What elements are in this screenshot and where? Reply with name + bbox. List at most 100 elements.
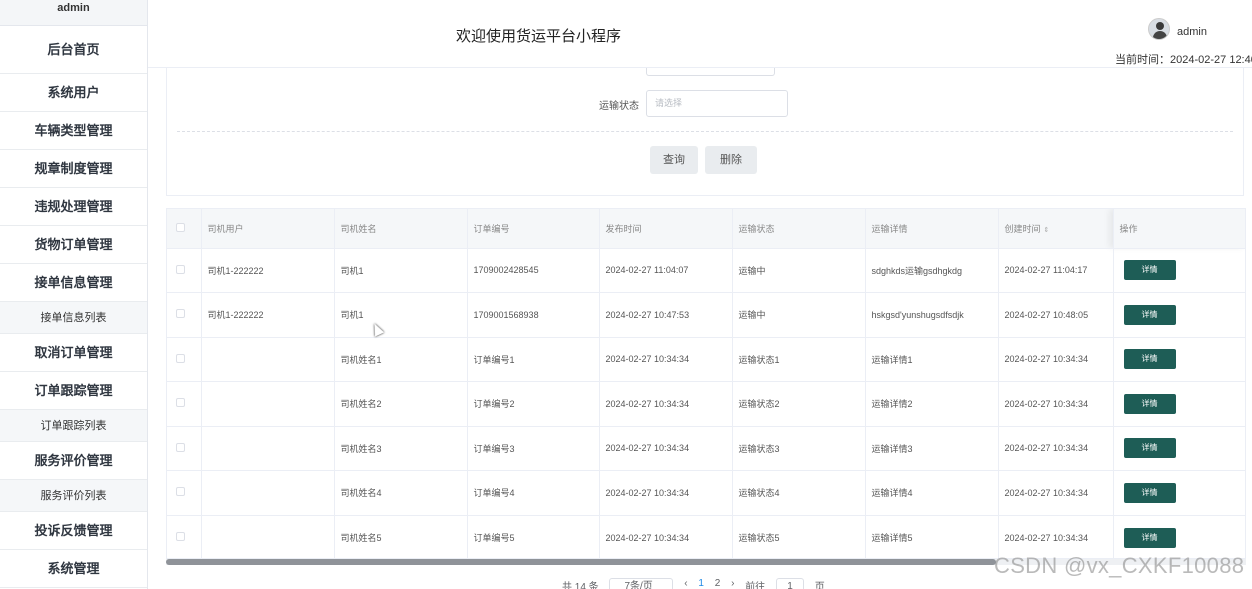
table-cell: 司机姓名5: [334, 515, 468, 558]
search-panel: 运输状态 请选择 查询 删除: [166, 68, 1244, 196]
next-page-button[interactable]: ›: [731, 578, 734, 589]
table-cell: [201, 470, 335, 515]
table-cell: 1709001568938: [467, 292, 600, 337]
row-checkbox[interactable]: [176, 398, 185, 408]
column-header: 操作: [1113, 209, 1245, 248]
action-cell: 详情: [1113, 292, 1245, 337]
row-checkbox[interactable]: [176, 309, 185, 319]
status-label: 运输状态: [599, 101, 639, 112]
action-cell: 详情: [1113, 337, 1245, 382]
row-select-cell[interactable]: [167, 470, 202, 515]
table-cell: 2024-02-27 10:47:53: [599, 292, 733, 337]
pagination: 共 14 条 7条/页 ‹ 1 2 › 前往 1 页: [562, 578, 833, 589]
table-cell: 运输详情3: [865, 426, 999, 471]
table-cell: 2024-02-27 10:34:34: [998, 470, 1114, 515]
sidebar-subitem[interactable]: 服务评价列表: [0, 480, 147, 512]
jump-prefix: 前往: [745, 582, 766, 589]
detail-button[interactable]: 详情: [1123, 393, 1176, 414]
action-cell: 详情: [1113, 381, 1245, 426]
page-number-2[interactable]: 2: [715, 578, 721, 589]
sidebar: admin 后台首页 系统用户 车辆类型管理 规章制度管理 违规处理管理 货物订单管理 接单…: [0, 0, 148, 589]
sidebar-item[interactable]: 订单跟踪管理: [0, 372, 147, 410]
table-row: 司机姓名4 订单编号4 2024-02-27 10:34:34 运输状态4 运输详情4 2…: [167, 470, 1245, 515]
delete-button[interactable]: 删除: [705, 146, 757, 174]
sort-icon[interactable]: ⇕: [1044, 227, 1050, 234]
sidebar-item[interactable]: 车辆类型管理: [0, 112, 147, 150]
query-button[interactable]: 查询: [650, 146, 698, 174]
sidebar-item[interactable]: 接单信息管理: [0, 264, 147, 302]
action-cell: 详情: [1113, 470, 1245, 515]
sidebar-item[interactable]: 取消订单管理: [0, 334, 147, 372]
sidebar-item[interactable]: 系统用户: [0, 74, 147, 112]
row-checkbox[interactable]: [176, 353, 185, 363]
sidebar-username: admin: [0, 0, 147, 26]
sidebar-item[interactable]: 后台首页: [0, 26, 147, 74]
column-header-sortable[interactable]: 创建时间 ⇕: [998, 209, 1114, 248]
table-cell: 运输详情2: [865, 381, 999, 426]
sidebar-item[interactable]: 投诉反馈管理: [0, 512, 147, 550]
detail-button[interactable]: 详情: [1123, 527, 1176, 548]
row-select-cell[interactable]: [167, 426, 202, 471]
table-cell: [201, 426, 335, 471]
sidebar-item[interactable]: 服务评价管理: [0, 442, 147, 480]
scrollbar-thumb[interactable]: [166, 559, 996, 565]
column-header: 运输详情: [865, 209, 999, 248]
sidebar-subitem[interactable]: 订单跟踪列表: [0, 410, 147, 442]
avatar[interactable]: [1148, 18, 1170, 40]
table-cell: 运输状态2: [732, 381, 866, 426]
table-cell: 运输详情1: [865, 337, 999, 382]
jump-page-input[interactable]: 1: [775, 578, 804, 589]
table-cell: 2024-02-27 10:34:34: [599, 470, 733, 515]
search-input-partial[interactable]: [646, 68, 775, 76]
detail-button[interactable]: 详情: [1123, 349, 1176, 370]
sidebar-item[interactable]: 货物订单管理: [0, 226, 147, 264]
divider: [177, 131, 1233, 132]
prev-page-button[interactable]: ‹: [684, 578, 687, 589]
table-cell: [201, 337, 335, 382]
table-cell: 1709002428545: [467, 248, 600, 293]
page-number-1[interactable]: 1: [698, 578, 704, 589]
current-time: 当前时间：2024-02-27 12:40: [1115, 54, 1252, 66]
table-header-row: 司机用户 司机姓名 订单编号 发布时间 运输状态 运输详情 创建时间 ⇕ 操作: [167, 209, 1245, 248]
row-select-cell[interactable]: [167, 515, 202, 558]
avatar-head-shape: [1156, 22, 1164, 30]
select-all-cell[interactable]: [167, 209, 202, 248]
data-table: 司机用户 司机姓名 订单编号 发布时间 运输状态 运输详情 创建时间 ⇕ 操作 司…: [166, 208, 1246, 559]
table-cell: 运输状态3: [732, 426, 866, 471]
table-row: 司机姓名2 订单编号2 2024-02-27 10:34:34 运输状态2 运输详情2 2…: [167, 381, 1245, 426]
table-cell: 司机1-222222: [201, 248, 335, 293]
row-checkbox[interactable]: [176, 442, 185, 452]
row-select-cell[interactable]: [167, 292, 202, 337]
row-select-cell[interactable]: [167, 381, 202, 426]
table-cell: sdghkds运输gsdhgkdg: [865, 248, 999, 293]
sidebar-item[interactable]: 违规处理管理: [0, 188, 147, 226]
table-cell: 司机1: [334, 292, 468, 337]
detail-button[interactable]: 详情: [1123, 482, 1176, 503]
sidebar-subitem[interactable]: 接单信息列表: [0, 302, 147, 334]
table-row: 司机1-222222 司机1 1709001568938 2024-02-27 10:…: [167, 292, 1245, 337]
status-select[interactable]: 请选择: [646, 90, 788, 117]
table-cell: 司机姓名2: [334, 381, 468, 426]
row-checkbox[interactable]: [176, 487, 185, 497]
table-cell: 司机姓名1: [334, 337, 468, 382]
select-all-checkbox[interactable]: [176, 222, 185, 232]
pagination-total: 共 14 条: [562, 582, 599, 589]
row-checkbox[interactable]: [176, 532, 185, 541]
page-size-select[interactable]: 7条/页: [609, 578, 674, 589]
table-cell: 订单编号4: [467, 470, 600, 515]
detail-button[interactable]: 详情: [1123, 304, 1176, 325]
column-header: 发布时间: [599, 209, 733, 248]
table-cell: 2024-02-27 10:48:05: [998, 292, 1114, 337]
column-header: 司机姓名: [334, 209, 468, 248]
jump-suffix: 页: [814, 582, 825, 589]
row-checkbox[interactable]: [176, 264, 185, 274]
header-username[interactable]: admin: [1177, 26, 1207, 38]
sidebar-item[interactable]: 系统管理: [0, 550, 147, 588]
row-select-cell[interactable]: [167, 337, 202, 382]
sidebar-item[interactable]: 规章制度管理: [0, 150, 147, 188]
table-cell: hskgsd'yunshugsdfsdjk: [865, 292, 999, 337]
table-cell: 运输中: [732, 248, 866, 293]
detail-button[interactable]: 详情: [1123, 260, 1176, 281]
detail-button[interactable]: 详情: [1123, 438, 1176, 459]
row-select-cell[interactable]: [167, 248, 202, 293]
